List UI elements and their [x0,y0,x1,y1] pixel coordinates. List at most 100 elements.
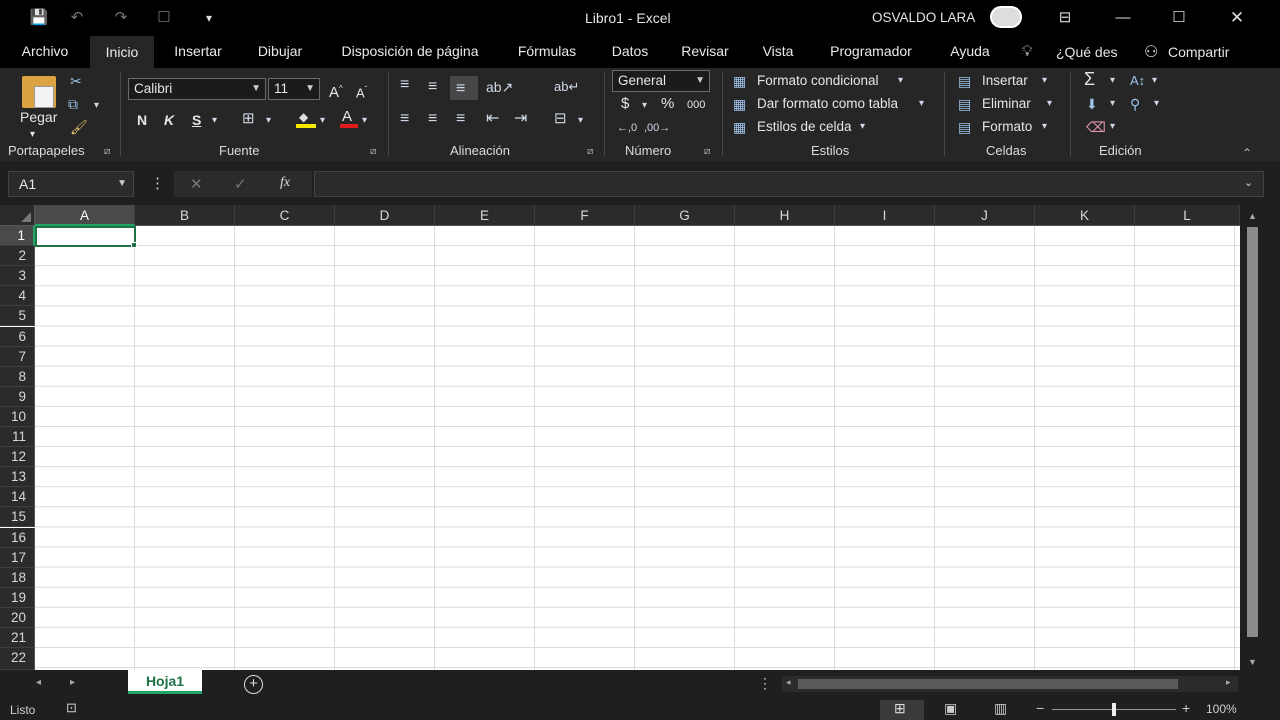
zoom-level[interactable]: 100% [1206,702,1237,716]
paste-icon[interactable] [22,76,56,108]
tell-me-box[interactable]: ¿Qué des [1056,44,1117,60]
horizontal-scrollbar[interactable]: ◂ ▸ [782,676,1238,692]
wrap-text-icon[interactable]: ab↵ [554,78,579,96]
share-button[interactable]: Compartir [1168,44,1229,60]
enter-icon[interactable]: ✓ [234,175,247,193]
row-header[interactable]: 15 [0,507,35,528]
autosum-dropdown-icon[interactable]: ▾ [1110,72,1115,90]
cut-icon[interactable]: ✂ [70,72,82,90]
copy-icon[interactable]: ⧉ [68,95,78,113]
row-header[interactable]: 7 [0,346,35,367]
insert-cells-button[interactable]: Insertar [982,72,1028,90]
decrease-font-icon[interactable]: Aˇ [356,81,367,102]
column-header[interactable]: L [1135,205,1240,226]
row-header[interactable]: 8 [0,366,35,387]
user-name[interactable]: OSVALDO LARA [872,10,975,25]
minimize-icon[interactable]: — [1112,8,1134,28]
bold-button[interactable]: N [137,111,147,129]
format-as-table-button[interactable]: Dar formato como tabla [757,95,898,113]
align-left-icon[interactable]: ≡ [400,110,409,128]
column-header[interactable]: E [435,205,535,226]
column-header[interactable]: F [535,205,635,226]
scroll-right-icon[interactable]: ▸ [1226,677,1231,688]
delete-cells-button[interactable]: Eliminar [982,95,1031,113]
row-header[interactable]: 21 [0,628,35,648]
macro-record-icon[interactable]: ⊡ [66,700,77,716]
row-header[interactable]: 10 [0,406,35,427]
zoom-in-icon[interactable]: + [1182,700,1190,716]
undo-icon[interactable]: ↶ [66,8,88,28]
row-header[interactable]: 16 [0,527,35,548]
currency-button[interactable]: $ [621,95,629,113]
underline-dropdown-icon[interactable]: ▾ [212,112,217,130]
row-header[interactable]: 6 [0,326,35,347]
tab-archivo[interactable]: Archivo [12,36,78,68]
page-layout-icon[interactable]: ▣ [944,700,957,717]
font-size-select[interactable]: 11 ▼ [268,78,320,100]
column-header[interactable]: K [1035,205,1135,226]
tab-insertar[interactable]: Insertar [166,36,230,68]
format-table-dropdown-icon[interactable]: ▾ [919,95,924,113]
redo-icon[interactable]: ↷ [110,8,132,28]
autosum-icon[interactable]: Σ [1084,70,1095,88]
fill-icon[interactable]: ⬇ [1086,95,1098,113]
name-box[interactable]: A1 ▼ [8,171,134,197]
row-header[interactable]: 1 [0,226,35,246]
align-middle-icon[interactable]: ≡ [428,78,437,96]
number-format-select[interactable]: General ▼ [612,70,710,92]
active-cell[interactable] [35,226,136,247]
avatar[interactable] [990,6,1022,28]
prev-sheet-icon[interactable]: ◂ [36,677,41,688]
percent-button[interactable]: % [661,95,674,113]
zoom-slider-thumb[interactable] [1112,703,1116,716]
increase-decimal-icon[interactable]: ←,0 [617,119,637,137]
decrease-decimal-icon[interactable]: ,00→ [644,119,670,137]
column-header[interactable]: D [335,205,435,226]
tab-dibujar[interactable]: Dibujar [248,36,312,68]
currency-dropdown-icon[interactable]: ▾ [642,97,647,115]
format-painter-icon[interactable]: 🖌︎ [70,118,88,136]
maximize-icon[interactable]: ☐ [1168,8,1190,28]
cancel-icon[interactable]: ✕ [190,175,203,193]
close-icon[interactable]: ✕ [1226,8,1248,28]
tab-ayuda[interactable]: Ayuda [940,36,1000,68]
row-header[interactable]: 22 [0,648,35,670]
merge-dropdown-icon[interactable]: ▾ [578,112,583,130]
fill-dropdown-icon[interactable]: ▾ [320,112,325,130]
row-header[interactable]: 3 [0,266,35,287]
decrease-indent-icon[interactable]: ⇤ [486,110,499,128]
font-color-icon[interactable]: A [340,108,358,128]
row-header[interactable]: 14 [0,487,35,508]
ribbon-display-options-icon[interactable]: ⊟ [1054,8,1076,28]
insert-cells-dropdown-icon[interactable]: ▾ [1042,72,1047,90]
add-sheet-button[interactable]: + [244,675,263,694]
find-select-dropdown-icon[interactable]: ▾ [1154,95,1159,113]
insert-function-icon[interactable]: fx [280,175,290,191]
scroll-left-icon[interactable]: ◂ [786,677,791,688]
cell-styles-dropdown-icon[interactable]: ▾ [860,118,865,136]
row-header[interactable]: 13 [0,467,35,488]
tab-disposicion[interactable]: Disposición de página [330,36,490,68]
delete-cells-dropdown-icon[interactable]: ▾ [1047,95,1052,113]
sheet-tab-hoja1[interactable]: Hoja1 [128,670,202,694]
clear-icon[interactable]: ⌫ [1086,118,1106,136]
format-cells-dropdown-icon[interactable]: ▾ [1042,118,1047,136]
font-color-dropdown-icon[interactable]: ▾ [362,112,367,130]
hscroll-thumb[interactable] [798,679,1178,689]
tab-inicio[interactable]: Inicio [90,36,154,68]
number-launcher-icon[interactable]: ⧄ [704,146,710,157]
fill-handle[interactable] [131,242,137,248]
align-bottom-button[interactable]: ≡ [450,76,478,100]
cell-styles-button[interactable]: Estilos de celda [757,118,852,136]
alignment-launcher-icon[interactable]: ⧄ [587,146,593,157]
tab-programador[interactable]: Programador [820,36,922,68]
row-header[interactable]: 2 [0,246,35,267]
row-header[interactable]: 5 [0,306,35,327]
tab-datos[interactable]: Datos [604,36,656,68]
fill-color-icon[interactable]: ◆ [296,110,316,128]
row-header[interactable]: 20 [0,607,35,628]
formula-input[interactable] [314,171,1264,197]
zoom-out-icon[interactable]: − [1036,700,1044,716]
sort-filter-dropdown-icon[interactable]: ▾ [1152,72,1157,90]
expand-formula-icon[interactable]: ⌄ [1244,176,1253,189]
